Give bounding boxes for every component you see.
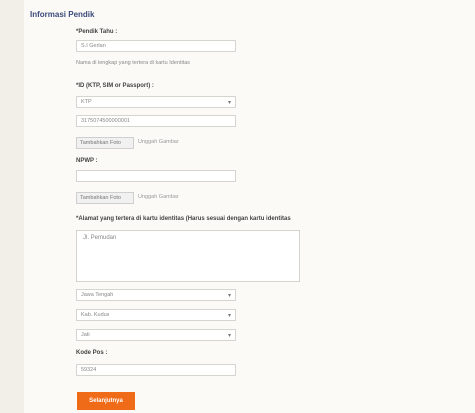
city-value: Kab. Kudus: [81, 312, 110, 318]
npwp-label: NPWP :: [76, 158, 98, 164]
postal-code-input[interactable]: 59324: [76, 364, 236, 376]
upload-photo-button-2[interactable]: Tambahkan Foto: [76, 192, 134, 204]
chevron-down-icon: ▾: [227, 100, 231, 106]
upload-note-1: Unggah Gambar: [138, 139, 179, 145]
district-select[interactable]: Jati ▾: [76, 329, 236, 341]
province-value: Jawa Tengah: [81, 292, 114, 298]
section-title: Informasi Pendik: [30, 10, 95, 19]
id-type-value: KTP: [81, 99, 92, 105]
next-button[interactable]: Selanjutnya: [77, 392, 135, 410]
id-label: *ID (KTP, SIM or Passport) :: [76, 83, 154, 89]
upload-photo-button-1[interactable]: Tambahkan Foto: [76, 137, 134, 149]
npwp-input[interactable]: [76, 170, 236, 182]
name-input[interactable]: S.I Gerlan: [76, 40, 236, 52]
chevron-down-icon: ▾: [227, 313, 231, 319]
city-select[interactable]: Kab. Kudus ▾: [76, 309, 236, 321]
address-label: *Alamat yang tertera di kartu identitas …: [76, 216, 291, 222]
chevron-down-icon: ▾: [227, 333, 231, 339]
id-number-input[interactable]: 3175074500000001: [76, 115, 236, 127]
upload-note-2: Unggah Gambar: [138, 194, 179, 200]
id-type-select[interactable]: KTP ▾: [76, 96, 236, 108]
address-textarea[interactable]: Jl. Pemudan: [76, 230, 300, 282]
province-select[interactable]: Jawa Tengah ▾: [76, 289, 236, 301]
name-label: *Pendik Tahu :: [76, 29, 118, 35]
chevron-down-icon: ▾: [227, 293, 231, 299]
left-sidebar-rail: [0, 0, 25, 413]
district-value: Jati: [81, 332, 90, 338]
postal-code-label: Kode Pos :: [76, 350, 108, 356]
name-hint: Nama di lengkap yang tertera di kartu Id…: [76, 60, 191, 66]
